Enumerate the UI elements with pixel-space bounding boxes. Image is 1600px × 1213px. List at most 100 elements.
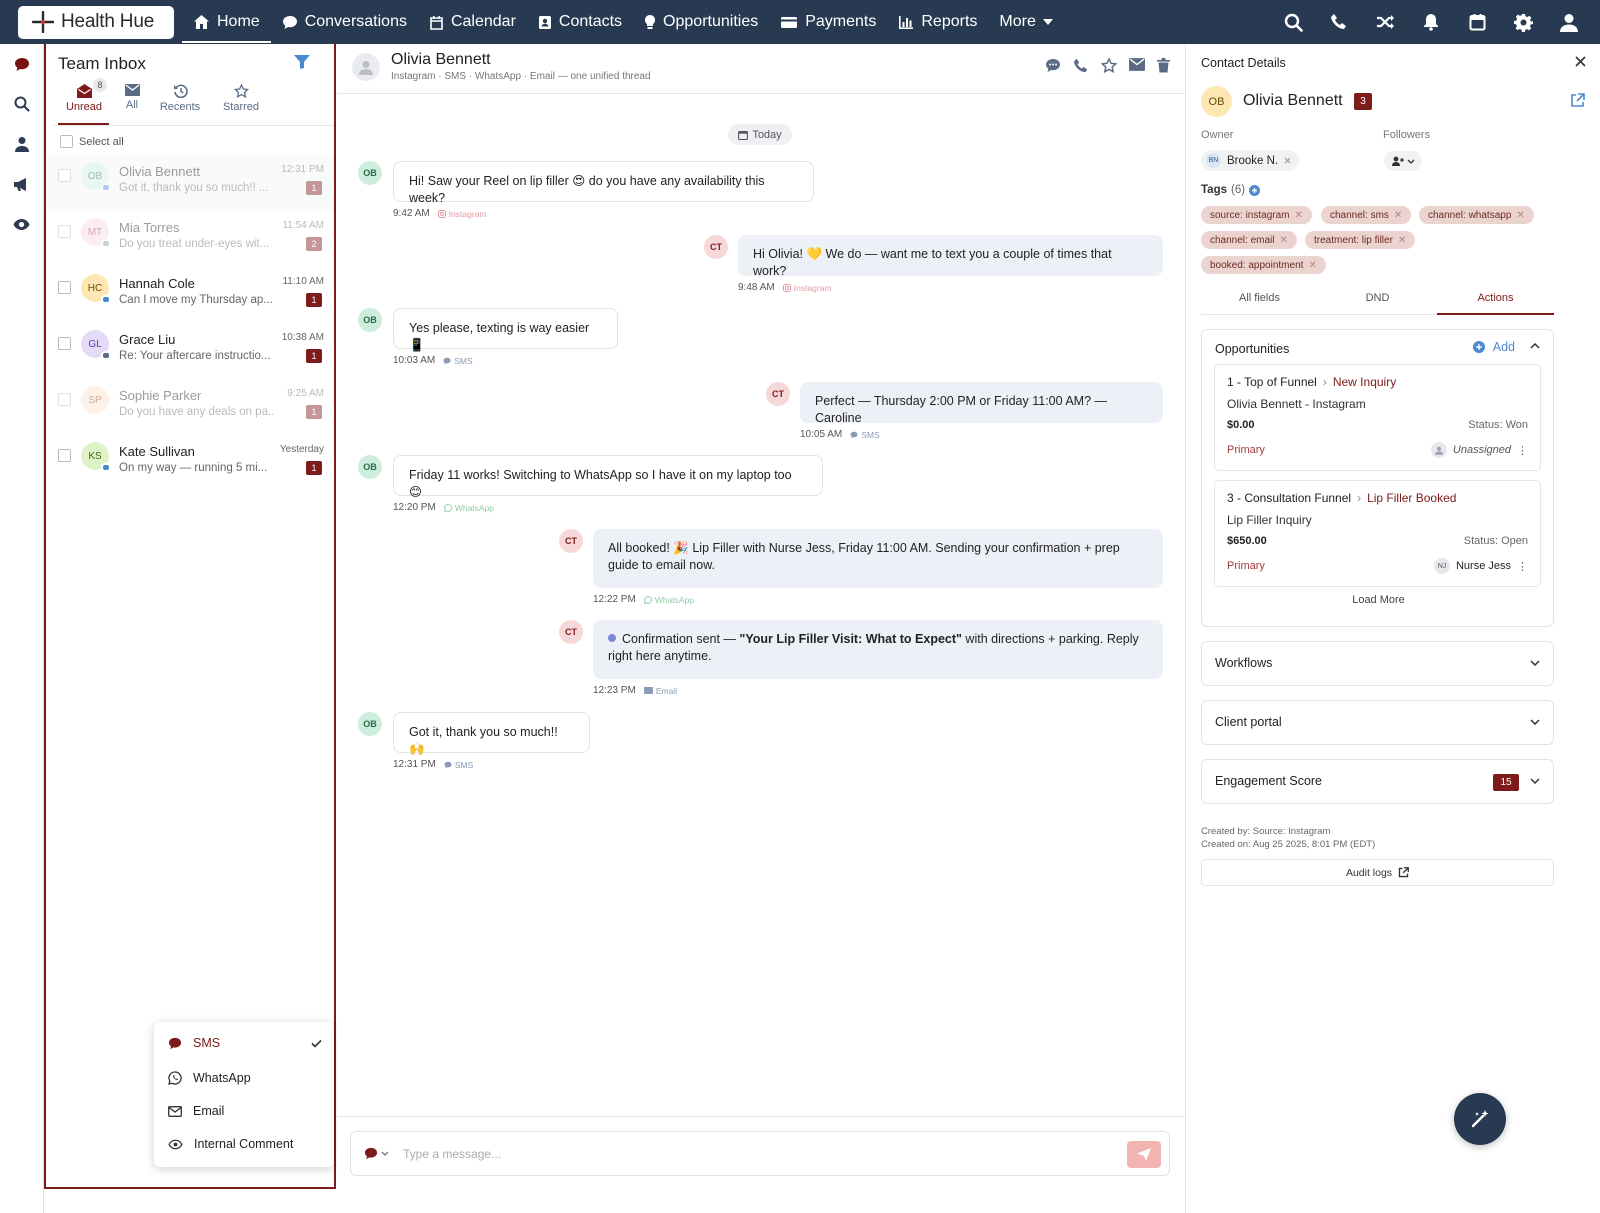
remove-tag-icon[interactable]: ✕ (1394, 210, 1402, 221)
message-channel-label: WhatsApp (654, 594, 695, 605)
tag-chip[interactable]: channel: sms ✕ (1321, 206, 1412, 224)
client-portal-card[interactable]: Client portal (1201, 700, 1554, 745)
conversation-checkbox[interactable] (58, 169, 71, 182)
close-icon[interactable] (1284, 157, 1291, 164)
conversation-checkbox[interactable] (58, 393, 71, 406)
opportunity-assignee[interactable]: Unassigned ⋮ (1430, 442, 1528, 458)
conversation-item[interactable]: SP Sophie Parker Do you have any deals o… (46, 379, 334, 435)
select-all[interactable]: Select all (60, 135, 124, 148)
rail-contacts[interactable] (0, 124, 43, 164)
thread-star-button[interactable] (1101, 58, 1117, 74)
conversation-checkbox[interactable] (58, 225, 71, 238)
chevron-up-icon[interactable] (1530, 343, 1540, 349)
tag-chip[interactable]: booked: appointment ✕ (1201, 256, 1326, 274)
tag-chip[interactable]: channel: whatsapp ✕ (1419, 206, 1534, 224)
add-tag-icon[interactable] (1249, 184, 1261, 196)
nav-home[interactable]: Home (182, 3, 271, 43)
channel-option-whatsapp[interactable]: WhatsApp (168, 1071, 251, 1085)
opportunity-assignee[interactable]: NJ Nurse Jess ⋮ (1433, 558, 1528, 574)
open-contact-button[interactable] (1570, 93, 1585, 108)
chat-icon (168, 1037, 182, 1049)
remove-tag-icon[interactable]: ✕ (1516, 210, 1524, 221)
tab-all-fields[interactable]: All fields (1201, 292, 1318, 304)
filter-button[interactable] (294, 55, 310, 69)
owner-chip[interactable]: BN Brooke N. (1201, 150, 1300, 171)
tab-actions[interactable]: Actions (1437, 292, 1554, 304)
opportunity-item[interactable]: 3 - Consultation Funnel › Lip Filler Booke… (1214, 480, 1541, 587)
nav-conversations[interactable]: Conversations (271, 0, 418, 44)
nav-payments[interactable]: Payments (769, 0, 887, 44)
conversation-checkbox[interactable] (58, 281, 71, 294)
select-all-checkbox[interactable] (60, 135, 73, 148)
nav-shuffle-button[interactable] (1362, 14, 1408, 30)
nav-notifications-button[interactable] (1408, 13, 1454, 31)
channel-selector[interactable] (364, 1147, 389, 1160)
tag-chip[interactable]: channel: email ✕ (1201, 231, 1297, 249)
nav-calendar-button[interactable] (1454, 13, 1500, 31)
add-opportunity-label: Add (1492, 340, 1515, 354)
conversation-checkbox[interactable] (58, 449, 71, 462)
opportunity-item[interactable]: 1 - Top of Funnel › New Inquiry Olivia Ben… (1214, 364, 1541, 471)
rail-campaigns[interactable] (0, 164, 43, 204)
message-input[interactable]: Type a message... (403, 1147, 501, 1161)
add-follower-button[interactable] (1384, 151, 1422, 171)
conversation-item[interactable]: GL Grace Liu Re: Your aftercare instruct… (46, 323, 334, 379)
nav-profile-button[interactable] (1546, 13, 1592, 32)
opportunity-name: Lip Filler Inquiry (1227, 513, 1312, 527)
thread-chat-button[interactable] (1045, 58, 1061, 74)
remove-tag-icon[interactable]: ✕ (1294, 210, 1302, 221)
message-bubble: Hi Olivia! 💛 We do — want me to text you… (738, 235, 1163, 278)
conversation-item[interactable]: OB Olivia Bennett Got it, thank you so m… (46, 155, 334, 211)
contact-badge: 3 (1354, 93, 1372, 110)
thread-delete-button[interactable] (1157, 58, 1170, 74)
nav-opportunities[interactable]: Opportunities (633, 0, 769, 44)
engagement-score-card[interactable]: Engagement Score 15 (1201, 759, 1554, 804)
tab-starred[interactable]: Starred (219, 84, 263, 113)
more-icon[interactable]: ⋮ (1517, 444, 1528, 457)
workflows-card[interactable]: Workflows (1201, 641, 1554, 686)
conversation-checkbox[interactable] (58, 337, 71, 350)
logo[interactable]: Health Hue (18, 5, 174, 39)
nav-reports[interactable]: Reports (887, 0, 988, 44)
tags-header: Tags (6) (1201, 184, 1261, 196)
tab-all[interactable]: All (117, 84, 147, 111)
rail-watch[interactable] (0, 204, 43, 244)
channel-option-email[interactable]: Email (168, 1104, 224, 1118)
channel-option-sms[interactable]: SMS (168, 1036, 220, 1050)
opportunity-value: $650.00 (1227, 535, 1267, 547)
send-button[interactable] (1127, 1141, 1161, 1168)
unread-count: 2 (306, 237, 322, 251)
message-meta: 9:42 AM Instagram (393, 208, 487, 219)
rail-search[interactable] (0, 84, 43, 124)
thread-call-button[interactable] (1073, 58, 1089, 74)
close-icon (1575, 56, 1586, 67)
tag-chip[interactable]: source: instagram ✕ (1201, 206, 1312, 224)
conversation-item[interactable]: MT Mia Torres Do you treat under-eyes wi… (46, 211, 334, 267)
add-opportunity-button[interactable]: Add (1472, 340, 1515, 354)
nav-more[interactable]: More (988, 0, 1063, 44)
more-icon[interactable]: ⋮ (1517, 560, 1528, 573)
remove-tag-icon[interactable]: ✕ (1308, 260, 1316, 271)
nav-settings-button[interactable] (1500, 13, 1546, 32)
tab-recents[interactable]: Recents (158, 84, 202, 113)
owner-label: Owner (1201, 129, 1234, 141)
tag-chip[interactable]: treatment: lip filler ✕ (1305, 231, 1416, 249)
nav-search-button[interactable] (1270, 13, 1316, 32)
close-button[interactable] (1575, 56, 1586, 67)
thread-email-button[interactable] (1129, 58, 1145, 74)
conversation-preview: Do you treat under-eyes wit... (119, 238, 270, 250)
tab-dnd[interactable]: DND (1319, 292, 1436, 304)
nav-contacts[interactable]: Contacts (527, 0, 633, 44)
remove-tag-icon[interactable]: ✕ (1398, 235, 1406, 246)
conversation-item[interactable]: HC Hannah Cole Can I move my Thursday ap… (46, 267, 334, 323)
nav-calendar[interactable]: Calendar (418, 0, 527, 44)
channel-option-internal-comment[interactable]: Internal Comment (168, 1137, 293, 1151)
conversation-item[interactable]: KS Kate Sullivan On my way — running 5 m… (46, 435, 334, 491)
ai-assist-button[interactable] (1454, 1093, 1506, 1145)
audit-logs-button[interactable]: Audit logs (1201, 859, 1554, 886)
remove-tag-icon[interactable]: ✕ (1279, 235, 1287, 246)
nav-phone-button[interactable] (1316, 13, 1362, 31)
assignee-name: Unassigned (1452, 444, 1511, 456)
rail-chat[interactable] (0, 44, 43, 84)
load-more-button[interactable]: Load More (1202, 594, 1555, 606)
